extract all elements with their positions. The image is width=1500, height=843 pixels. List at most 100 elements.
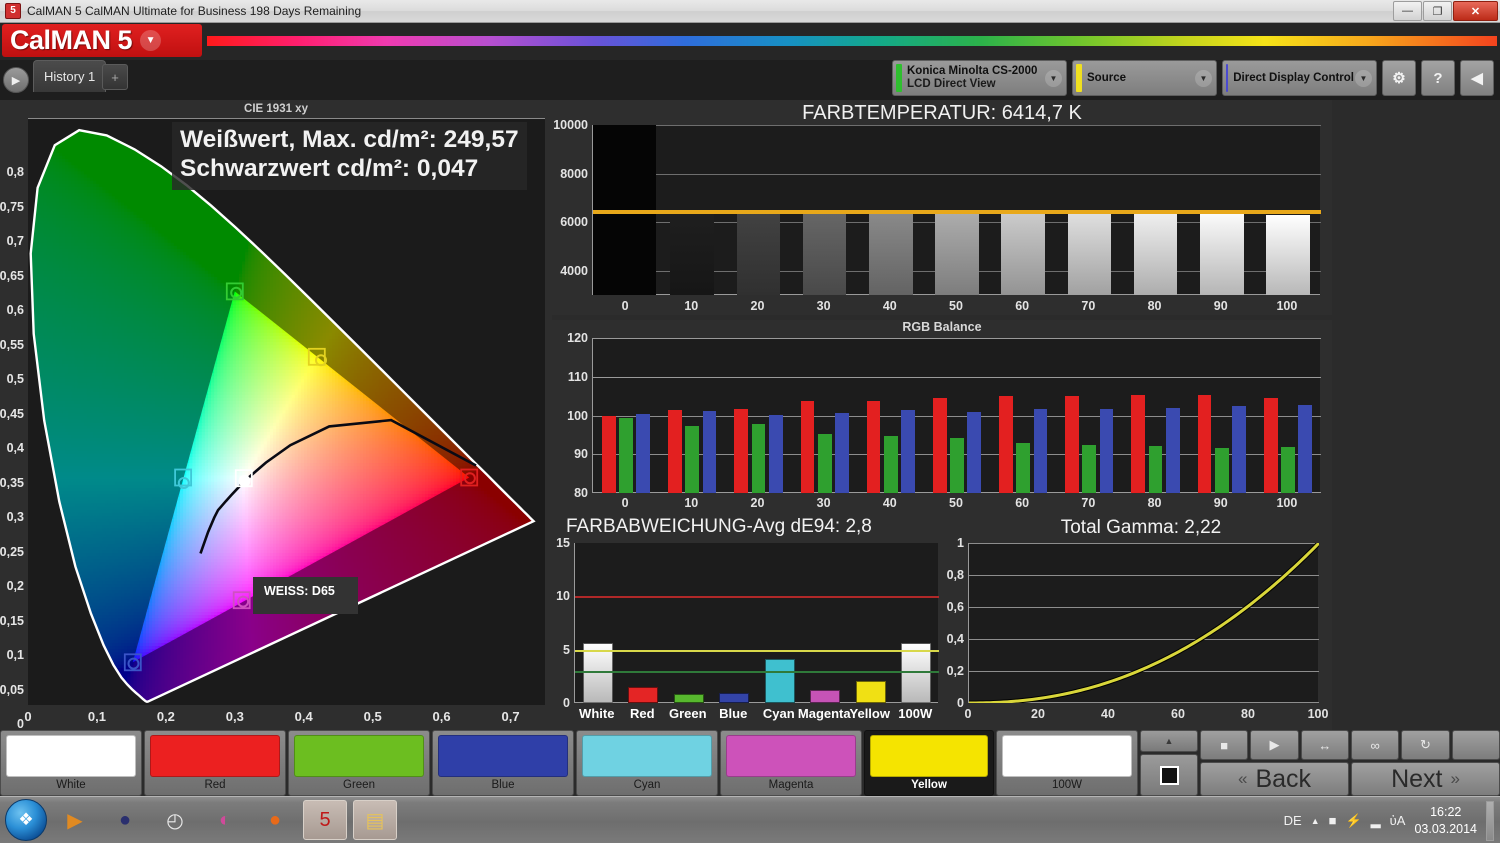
deltae-bar-white[interactable] bbox=[582, 643, 613, 703]
taskbar-media-player[interactable]: ▶ bbox=[53, 800, 97, 840]
colortemp-bar[interactable] bbox=[670, 212, 715, 295]
colortemp-bar[interactable] bbox=[1199, 211, 1244, 295]
deltae-bar-cyan[interactable] bbox=[764, 659, 795, 703]
swatch-green[interactable]: Green bbox=[288, 730, 430, 796]
pattern-window-box[interactable] bbox=[1140, 754, 1198, 796]
start-button[interactable]: ❖ bbox=[5, 799, 47, 841]
swatch-blue[interactable]: Blue bbox=[432, 730, 574, 796]
taskbar-calman-app[interactable]: 5 bbox=[303, 800, 347, 840]
taskbar-user-account[interactable]: ● bbox=[103, 800, 147, 840]
colortemp-bar[interactable] bbox=[802, 213, 847, 295]
rgb-bar-green[interactable] bbox=[1016, 443, 1031, 493]
stop-button[interactable]: ■ bbox=[1200, 730, 1249, 760]
rgb-bar-blue[interactable] bbox=[768, 414, 783, 493]
window-title-bar[interactable]: 5 CalMAN 5 CalMAN Ultimate for Business … bbox=[0, 0, 1500, 23]
rgb-bar-green[interactable] bbox=[1281, 446, 1295, 493]
calman-logo[interactable]: CalMAN 5 ▼ bbox=[2, 24, 202, 57]
taskbar-paint-app[interactable]: ◐ bbox=[203, 800, 247, 840]
taskbar-explorer[interactable]: ▤ bbox=[353, 800, 397, 840]
rgb-bar-green[interactable] bbox=[1082, 444, 1097, 493]
help-icon[interactable]: ? bbox=[1421, 60, 1455, 96]
run-session-button[interactable]: ▶ bbox=[3, 67, 29, 93]
add-tab-button[interactable]: + bbox=[102, 64, 128, 90]
rgb-bar-green[interactable] bbox=[1148, 446, 1163, 493]
rgb-bar-red[interactable] bbox=[1263, 398, 1278, 493]
swatch-yellow[interactable]: Yellow bbox=[864, 730, 994, 796]
rgb-bar-green[interactable] bbox=[1214, 448, 1229, 493]
device-selector-1[interactable]: Source ▼ bbox=[1072, 60, 1217, 96]
deltae-bar-yellow[interactable] bbox=[855, 680, 886, 703]
chevron-down-icon[interactable]: ▼ bbox=[1195, 70, 1212, 87]
deltae-bar-magenta[interactable] bbox=[810, 690, 841, 703]
colortemp-bar[interactable] bbox=[1001, 212, 1045, 295]
rgb-bar-blue[interactable] bbox=[1298, 404, 1312, 493]
measure-button[interactable]: ↔ bbox=[1300, 730, 1349, 760]
rgb-bar-green[interactable] bbox=[685, 425, 700, 493]
swatch-magenta[interactable]: Magenta bbox=[720, 730, 862, 796]
rgb-bar-blue[interactable] bbox=[967, 411, 982, 493]
deltae-bar-blue[interactable] bbox=[719, 693, 750, 703]
device-selector-0[interactable]: Konica Minolta CS-2000 LCD Direct View ▼ bbox=[892, 60, 1067, 96]
rgb-bar-blue[interactable] bbox=[1165, 408, 1180, 493]
tray-language[interactable]: DE bbox=[1284, 813, 1302, 828]
chevron-down-icon[interactable]: ▼ bbox=[1355, 70, 1372, 87]
taskbar-firefox[interactable]: ● bbox=[253, 800, 297, 840]
rgb-bar-red[interactable] bbox=[999, 395, 1013, 493]
blank-button[interactable] bbox=[1451, 730, 1500, 760]
power-plug-icon[interactable]: ⚡ bbox=[1345, 813, 1361, 829]
tab-history-1[interactable]: History 1 bbox=[33, 60, 107, 92]
rgb-bar-blue[interactable] bbox=[636, 413, 651, 493]
rgb-bar-blue[interactable] bbox=[1099, 408, 1114, 493]
rgb-bar-green[interactable] bbox=[751, 424, 766, 493]
rgb-bar-blue[interactable] bbox=[702, 411, 717, 493]
colortemp-bar[interactable] bbox=[1067, 212, 1112, 295]
swatch-cyan[interactable]: Cyan bbox=[576, 730, 718, 796]
chevron-down-icon[interactable]: ▼ bbox=[140, 30, 162, 51]
deltae-bar-green[interactable] bbox=[673, 694, 704, 703]
rgb-bar-green[interactable] bbox=[619, 418, 633, 493]
rgb-bar-green[interactable] bbox=[883, 435, 898, 493]
rgb-bar-red[interactable] bbox=[734, 408, 749, 493]
collapse-icon[interactable]: ◀ bbox=[1460, 60, 1494, 96]
rgb-bar-red[interactable] bbox=[1065, 395, 1080, 493]
volume-icon[interactable]: ὐA bbox=[1390, 813, 1406, 828]
colortemp-bar[interactable] bbox=[935, 211, 979, 295]
rgb-bar-red[interactable] bbox=[668, 410, 682, 493]
next-button[interactable]: Next » bbox=[1351, 762, 1500, 796]
rgb-bar-red[interactable] bbox=[1197, 394, 1212, 493]
rgb-bar-blue[interactable] bbox=[834, 412, 849, 493]
rgb-bar-blue[interactable] bbox=[1033, 408, 1048, 493]
swatch-red[interactable]: Red bbox=[144, 730, 286, 796]
calman-tray-icon[interactable]: ■ bbox=[1329, 813, 1337, 828]
pattern-up-icon[interactable]: ▲ bbox=[1140, 730, 1198, 752]
colortemp-bar[interactable] bbox=[1133, 211, 1178, 295]
network-signal-icon[interactable]: ▂ bbox=[1371, 813, 1381, 829]
maximize-button[interactable]: ❐ bbox=[1423, 1, 1452, 21]
settings-icon[interactable]: ⚙ bbox=[1382, 60, 1416, 96]
rgb-bar-red[interactable] bbox=[932, 397, 947, 493]
link-button[interactable]: ∞ bbox=[1350, 730, 1400, 760]
rgb-bar-red[interactable] bbox=[866, 401, 881, 493]
cie-plot-area[interactable] bbox=[28, 119, 545, 705]
taskbar-clock-app[interactable]: ◴ bbox=[153, 800, 197, 840]
rgb-bar-red[interactable] bbox=[602, 416, 616, 493]
colortemp-bar[interactable] bbox=[868, 211, 913, 295]
refresh-button[interactable]: ↻ bbox=[1401, 730, 1450, 760]
colortemp-bar[interactable] bbox=[1266, 214, 1310, 295]
rgb-bar-green[interactable] bbox=[950, 437, 964, 493]
colortemp-bar[interactable] bbox=[736, 212, 781, 295]
play-button[interactable]: ▶ bbox=[1250, 730, 1299, 760]
cie-measured-marker-white[interactable] bbox=[238, 474, 251, 487]
deltae-bar-100w[interactable] bbox=[901, 643, 932, 703]
rgb-bar-blue[interactable] bbox=[901, 410, 915, 493]
swatch-white[interactable]: White bbox=[0, 730, 142, 796]
tray-clock[interactable]: 16:22 03.03.2014 bbox=[1414, 804, 1477, 838]
rgb-bar-red[interactable] bbox=[800, 401, 815, 493]
rgb-bar-green[interactable] bbox=[817, 434, 832, 493]
tray-expand-icon[interactable]: ▲ bbox=[1311, 816, 1320, 826]
show-desktop-button[interactable] bbox=[1486, 800, 1494, 841]
device-selector-2[interactable]: Direct Display Control ▼ bbox=[1222, 60, 1377, 96]
deltae-bar-red[interactable] bbox=[628, 687, 659, 703]
chevron-down-icon[interactable]: ▼ bbox=[1045, 70, 1062, 87]
minimize-button[interactable]: — bbox=[1393, 1, 1422, 21]
